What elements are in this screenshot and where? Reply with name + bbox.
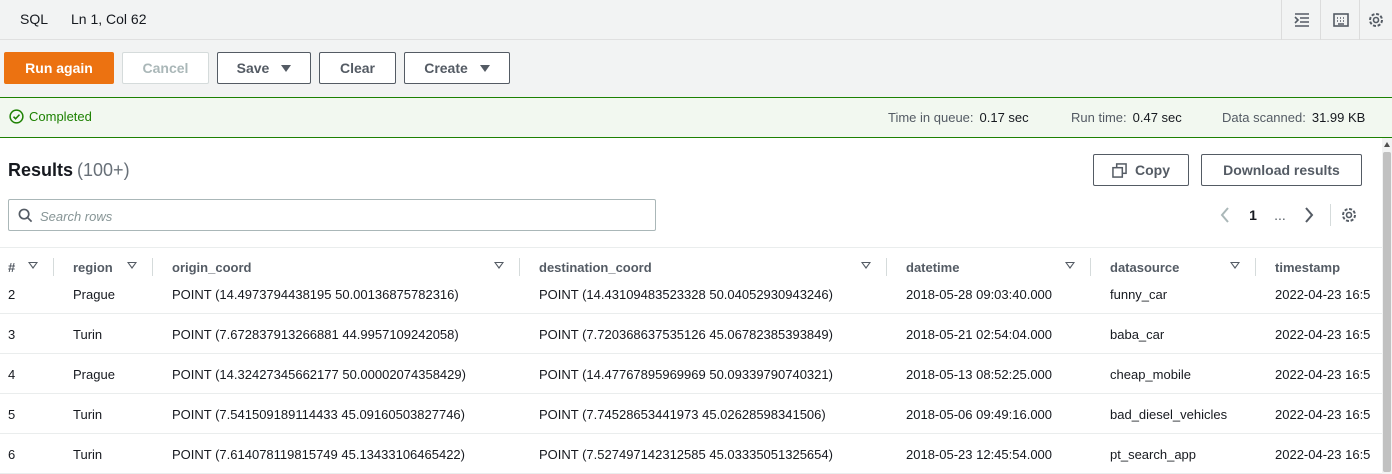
sort-icon[interactable] [494, 262, 504, 269]
cell-timestamp: 2022-04-23 16:5 [1275, 407, 1371, 422]
cell-datasource: baba_car [1110, 327, 1165, 342]
table-row[interactable]: 6 Turin POINT (7.614078119815749 45.1343… [0, 434, 1382, 474]
cell-origin-coord: POINT (7.541509189114433 45.091605038277… [172, 407, 465, 422]
create-button[interactable]: Create [404, 52, 510, 84]
column-header-destination-coord[interactable]: destination_coord [539, 260, 652, 275]
copy-button[interactable]: Copy [1093, 154, 1189, 186]
column-resizer[interactable] [152, 258, 153, 276]
column-header-origin-coord[interactable]: origin_coord [172, 260, 251, 275]
pager-divider [1330, 204, 1331, 226]
column-header-datasource[interactable]: datasource [1110, 260, 1179, 275]
column-resizer[interactable] [1255, 258, 1256, 276]
cell-region: Turin [73, 447, 103, 462]
scroll-up-icon[interactable] [1384, 142, 1390, 147]
column-header-index[interactable]: # [8, 260, 15, 275]
cell-region: Prague [73, 367, 115, 382]
cell-timestamp: 2022-04-23 16:5 [1275, 367, 1371, 382]
save-button[interactable]: Save [217, 52, 311, 84]
cell-datetime: 2018-05-06 09:49:16.000 [906, 407, 1053, 422]
language-label: SQL [20, 11, 49, 27]
status-completed: Completed [9, 109, 92, 124]
cell-region: Turin [73, 327, 103, 342]
sort-icon[interactable] [28, 262, 38, 269]
cell-datasource: pt_search_app [1110, 447, 1197, 462]
cursor-position: Ln 1, Col 62 [71, 11, 147, 27]
cancel-button[interactable]: Cancel [122, 52, 209, 84]
search-rows[interactable] [8, 199, 656, 231]
cell-region: Prague [73, 287, 115, 302]
column-header-datetime[interactable]: datetime [906, 260, 959, 275]
cell-origin-coord: POINT (14.32427345662177 50.000020743584… [172, 367, 466, 382]
caret-down-icon [479, 64, 490, 72]
copy-icon [1112, 162, 1127, 178]
sort-icon[interactable] [861, 262, 871, 269]
cell-timestamp: 2022-04-23 16:5 [1275, 287, 1371, 302]
cell-index: 3 [8, 327, 16, 342]
table-row[interactable]: 4 Prague POINT (14.32427345662177 50.000… [0, 354, 1382, 394]
clear-button[interactable]: Clear [319, 52, 396, 84]
data-scanned: Data scanned: 31.99 KB [1222, 110, 1366, 125]
vertical-scrollbar[interactable] [1382, 138, 1392, 474]
previous-page-button[interactable] [1212, 200, 1238, 230]
sort-icon[interactable] [127, 262, 137, 269]
run-time: Run time: 0.47 sec [1071, 110, 1182, 125]
sort-icon[interactable] [1065, 262, 1075, 269]
next-page-button[interactable] [1296, 200, 1322, 230]
settings-icon [1342, 208, 1356, 222]
cell-datetime: 2018-05-21 02:54:04.000 [906, 327, 1053, 342]
cell-region: Turin [73, 407, 103, 422]
cell-destination-coord: POINT (7.720368637535126 45.067823853938… [539, 327, 833, 342]
editor-statusbar: SQL Ln 1, Col 62 [0, 0, 1392, 40]
caret-down-icon [281, 64, 292, 72]
cell-index: 2 [8, 287, 16, 302]
cell-datasource: bad_diesel_vehicles [1110, 407, 1228, 422]
search-input[interactable] [40, 206, 640, 226]
settings-icon[interactable] [1359, 0, 1392, 40]
cell-timestamp: 2022-04-23 16:5 [1275, 327, 1371, 342]
cell-timestamp: 2022-04-23 16:5 [1275, 447, 1371, 462]
cell-index: 5 [8, 407, 16, 422]
download-results-button[interactable]: Download results [1201, 154, 1362, 186]
cell-datetime: 2018-05-28 09:03:40.000 [906, 287, 1053, 302]
cell-datasource: cheap_mobile [1110, 367, 1191, 382]
table-row[interactable]: 3 Turin POINT (7.672837913266881 44.9957… [0, 314, 1382, 354]
cell-origin-coord: POINT (7.614078119815749 45.134331064654… [172, 447, 465, 462]
cell-origin-coord: POINT (14.4973794438195 50.0013687578231… [172, 287, 459, 302]
search-icon [18, 208, 33, 223]
column-header-timestamp[interactable]: timestamp [1275, 260, 1340, 275]
cell-datetime: 2018-05-13 08:52:25.000 [906, 367, 1053, 382]
page-ellipsis: ... [1274, 207, 1286, 223]
column-resizer[interactable] [1090, 258, 1091, 276]
query-toolbar: Run again Cancel Save Clear Create [0, 40, 1392, 98]
chevron-right-icon [1305, 207, 1314, 223]
check-circle-icon [9, 109, 24, 124]
run-again-button[interactable]: Run again [4, 52, 114, 84]
column-header-region[interactable]: region [73, 260, 113, 275]
cell-index: 6 [8, 447, 16, 462]
keyboard-icon[interactable] [1320, 0, 1360, 40]
column-resizer[interactable] [886, 258, 887, 276]
column-resizer[interactable] [519, 258, 520, 276]
scrollbar-thumb[interactable] [1383, 152, 1391, 472]
cell-index: 4 [8, 367, 16, 382]
cell-destination-coord: POINT (14.47767895969969 50.093397907403… [539, 367, 833, 382]
cell-destination-coord: POINT (7.527497142312585 45.033350513256… [539, 447, 833, 462]
table-preferences-button[interactable] [1337, 200, 1361, 230]
cell-destination-coord: POINT (14.43109483523328 50.040529309432… [539, 287, 833, 302]
format-icon[interactable] [1281, 0, 1321, 40]
results-title: Results (100+) [8, 160, 130, 180]
chevron-left-icon [1220, 207, 1229, 223]
cell-origin-coord: POINT (7.672837913266881 44.995710924205… [172, 327, 459, 342]
sort-icon[interactable] [1230, 262, 1240, 269]
table-row[interactable]: 2 Prague POINT (14.4973794438195 50.0013… [0, 275, 1382, 314]
query-status-bar: Completed Time in queue: 0.17 sec Run tim… [0, 98, 1392, 138]
time-in-queue: Time in queue: 0.17 sec [888, 110, 1029, 125]
cell-datasource: funny_car [1110, 287, 1168, 302]
table-row[interactable]: 5 Turin POINT (7.541509189114433 45.0916… [0, 394, 1382, 434]
cell-destination-coord: POINT (7.74528653441973 45.0262859834150… [539, 407, 826, 422]
page-number[interactable]: 1 [1244, 200, 1262, 230]
column-resizer[interactable] [53, 258, 54, 276]
cell-datetime: 2018-05-23 12:45:54.000 [906, 447, 1053, 462]
